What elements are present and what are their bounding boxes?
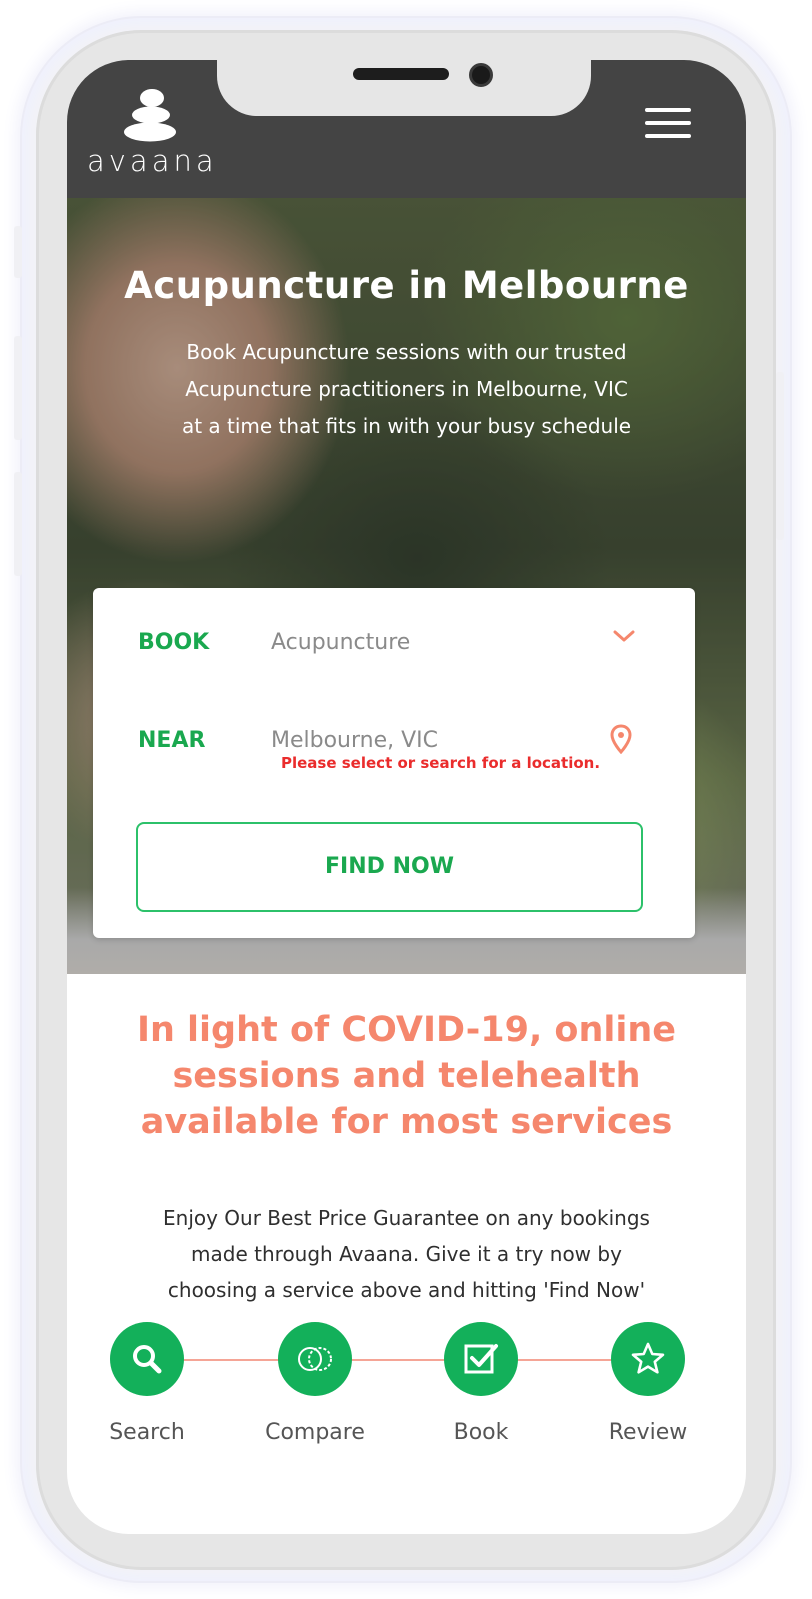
phone-side-button bbox=[14, 226, 22, 278]
step-label: Search bbox=[109, 1420, 185, 1445]
step-search[interactable]: Search bbox=[77, 1322, 217, 1445]
phone-side-button bbox=[776, 372, 784, 540]
phone-screen: avaana Acupuncture in Melbourne Book Acu… bbox=[67, 60, 746, 1534]
step-review[interactable]: Review bbox=[578, 1322, 718, 1445]
step-compare-button[interactable] bbox=[278, 1322, 352, 1396]
stones-logo-icon bbox=[124, 89, 176, 142]
covid-notice: In light of COVID-19, online sessions an… bbox=[87, 1007, 726, 1145]
covid-notice-line: available for most services bbox=[140, 1102, 673, 1142]
search-icon bbox=[133, 1345, 162, 1374]
promo-line: Enjoy Our Best Price Guarantee on any bo… bbox=[163, 1206, 650, 1230]
steps-connector-line bbox=[147, 1359, 647, 1361]
location-input[interactable]: Melbourne, VIC bbox=[271, 728, 438, 753]
near-label: NEAR bbox=[138, 728, 206, 753]
location-error-message: Please select or search for a location. bbox=[281, 754, 601, 772]
compare-icon bbox=[298, 1347, 332, 1371]
phone-notch bbox=[217, 60, 591, 116]
hero-subtitle: Book Acupuncture sessions with our trust… bbox=[97, 334, 716, 445]
phone-side-button bbox=[14, 472, 22, 576]
front-camera bbox=[469, 63, 493, 87]
book-label: BOOK bbox=[138, 630, 210, 655]
logo-wordmark: avaana bbox=[87, 144, 218, 178]
speaker-grille bbox=[353, 68, 449, 80]
phone-side-button bbox=[14, 336, 22, 440]
avaana-logo[interactable]: avaana bbox=[87, 88, 219, 178]
hamburger-menu-icon[interactable] bbox=[645, 108, 691, 142]
price-guarantee-text: Enjoy Our Best Price Guarantee on any bo… bbox=[87, 1200, 726, 1308]
step-label: Compare bbox=[265, 1420, 365, 1445]
search-card: BOOK Acupuncture NEAR Melbourne, VIC Ple… bbox=[93, 588, 695, 938]
chevron-down-icon[interactable] bbox=[611, 626, 637, 646]
checkbox-icon bbox=[464, 1344, 498, 1374]
service-select[interactable]: Acupuncture bbox=[271, 630, 410, 655]
step-review-button[interactable] bbox=[611, 1322, 685, 1396]
hero-subtitle-line: Acupuncture practitioners in Melbourne, … bbox=[185, 377, 628, 401]
step-label: Review bbox=[608, 1420, 688, 1445]
step-book[interactable]: Book bbox=[411, 1322, 551, 1445]
promo-line: made through Avaana. Give it a try now b… bbox=[191, 1242, 622, 1266]
covid-notice-line: In light of COVID-19, online bbox=[136, 1010, 677, 1050]
page-title: Acupuncture in Melbourne bbox=[124, 264, 689, 307]
hero-subtitle-line: at a time that fits in with your busy sc… bbox=[181, 414, 632, 438]
location-pin-icon[interactable] bbox=[610, 724, 632, 754]
star-icon bbox=[631, 1342, 665, 1374]
hero-section: Acupuncture in Melbourne Book Acupunctur… bbox=[67, 198, 746, 974]
booking-steps: Search Compare Book Review bbox=[67, 1322, 746, 1472]
step-label: Book bbox=[453, 1420, 509, 1445]
covid-notice-line: sessions and telehealth bbox=[172, 1056, 641, 1096]
hero-subtitle-line: Book Acupuncture sessions with our trust… bbox=[186, 340, 627, 364]
find-now-button[interactable]: FIND NOW bbox=[136, 822, 643, 912]
step-compare[interactable]: Compare bbox=[245, 1322, 385, 1445]
step-book-button[interactable] bbox=[444, 1322, 518, 1396]
promo-line: choosing a service above and hitting 'Fi… bbox=[167, 1278, 646, 1302]
step-search-button[interactable] bbox=[110, 1322, 184, 1396]
